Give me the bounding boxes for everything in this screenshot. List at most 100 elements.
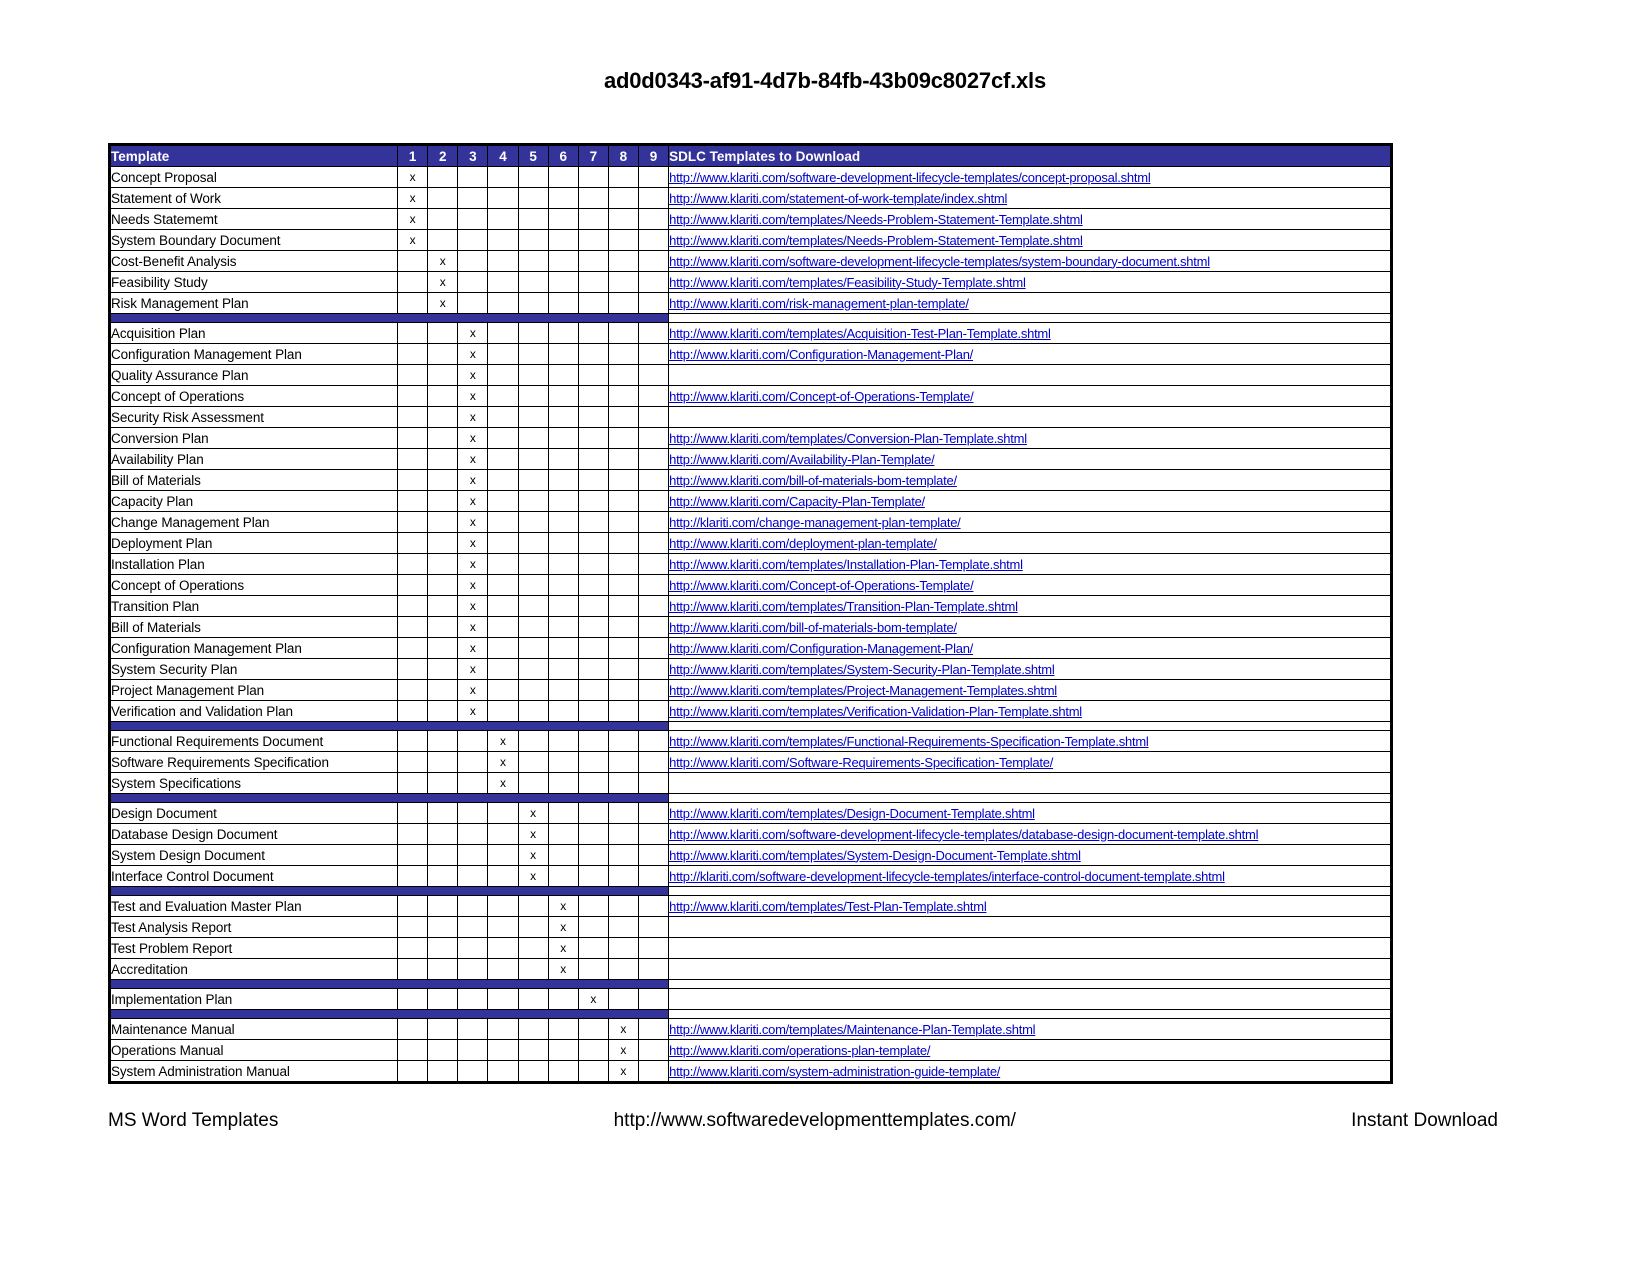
- phase-cell-6[interactable]: [547, 208, 579, 230]
- phase-cell-4[interactable]: [487, 937, 519, 959]
- template-download-link[interactable]: http://www.klariti.com/templates/System-…: [670, 848, 1081, 863]
- phase-cell-5[interactable]: [517, 553, 549, 575]
- phase-cell-5[interactable]: [517, 700, 549, 722]
- phase-cell-1[interactable]: [397, 700, 429, 722]
- phase-cell-8[interactable]: [607, 229, 639, 251]
- phase-cell-1[interactable]: [397, 385, 429, 407]
- template-download-link[interactable]: http://www.klariti.com/templates/Needs-P…: [670, 212, 1083, 227]
- phase-cell-1[interactable]: [397, 823, 429, 845]
- phase-cell-8[interactable]: [607, 958, 639, 980]
- phase-cell-8[interactable]: [607, 343, 639, 365]
- phase-cell-8[interactable]: [607, 730, 639, 752]
- phase-cell-1[interactable]: x: [397, 166, 429, 188]
- phase-cell-7[interactable]: [577, 448, 609, 470]
- phase-cell-6[interactable]: [547, 322, 579, 344]
- phase-cell-6[interactable]: [547, 406, 579, 428]
- phase-cell-6[interactable]: [547, 772, 579, 794]
- phase-cell-6[interactable]: [547, 427, 579, 449]
- phase-cell-8[interactable]: [607, 187, 639, 209]
- phase-cell-6[interactable]: [547, 292, 579, 314]
- phase-cell-1[interactable]: [397, 616, 429, 638]
- phase-cell-4[interactable]: x: [487, 751, 519, 773]
- phase-cell-4[interactable]: [487, 700, 519, 722]
- phase-cell-7[interactable]: [577, 802, 609, 824]
- phase-cell-8[interactable]: [607, 595, 639, 617]
- phase-cell-7[interactable]: [577, 937, 609, 959]
- phase-cell-6[interactable]: [547, 844, 579, 866]
- phase-cell-5[interactable]: [517, 772, 549, 794]
- phase-cell-5[interactable]: [517, 916, 549, 938]
- phase-cell-8[interactable]: [607, 865, 639, 887]
- template-download-link[interactable]: http://www.klariti.com/Concept-of-Operat…: [670, 389, 974, 404]
- phase-cell-6[interactable]: [547, 364, 579, 386]
- phase-cell-3[interactable]: [457, 823, 489, 845]
- phase-cell-6[interactable]: [547, 250, 579, 272]
- phase-cell-1[interactable]: [397, 679, 429, 701]
- phase-cell-7[interactable]: [577, 271, 609, 293]
- phase-cell-2[interactable]: [427, 937, 459, 959]
- phase-cell-9[interactable]: [637, 271, 670, 293]
- phase-cell-5[interactable]: [517, 511, 549, 533]
- phase-cell-6[interactable]: [547, 469, 579, 491]
- phase-cell-6[interactable]: [547, 385, 579, 407]
- phase-cell-3[interactable]: x: [457, 364, 489, 386]
- phase-cell-9[interactable]: [637, 166, 670, 188]
- phase-cell-9[interactable]: [637, 385, 670, 407]
- phase-cell-1[interactable]: [397, 988, 429, 1010]
- phase-cell-9[interactable]: [637, 700, 670, 722]
- phase-cell-2[interactable]: [427, 658, 459, 680]
- phase-cell-7[interactable]: [577, 637, 609, 659]
- template-download-link[interactable]: http://www.klariti.com/Availability-Plan…: [670, 452, 935, 467]
- phase-cell-6[interactable]: [547, 553, 579, 575]
- phase-cell-1[interactable]: [397, 322, 429, 344]
- phase-cell-3[interactable]: x: [457, 595, 489, 617]
- phase-cell-5[interactable]: [517, 229, 549, 251]
- phase-cell-7[interactable]: [577, 229, 609, 251]
- phase-cell-4[interactable]: [487, 271, 519, 293]
- phase-cell-8[interactable]: x: [607, 1060, 639, 1082]
- template-download-link[interactable]: http://klariti.com/change-management-pla…: [670, 515, 961, 530]
- phase-cell-7[interactable]: [577, 427, 609, 449]
- phase-cell-2[interactable]: [427, 865, 459, 887]
- phase-cell-8[interactable]: [607, 772, 639, 794]
- phase-cell-4[interactable]: [487, 823, 519, 845]
- phase-cell-3[interactable]: x: [457, 637, 489, 659]
- phase-cell-4[interactable]: [487, 322, 519, 344]
- phase-cell-6[interactable]: [547, 637, 579, 659]
- phase-cell-9[interactable]: [637, 823, 670, 845]
- phase-cell-7[interactable]: [577, 916, 609, 938]
- phase-cell-4[interactable]: [487, 844, 519, 866]
- phase-cell-8[interactable]: x: [607, 1039, 639, 1061]
- phase-cell-3[interactable]: [457, 229, 489, 251]
- phase-cell-8[interactable]: [607, 574, 639, 596]
- phase-cell-3[interactable]: x: [457, 427, 489, 449]
- phase-cell-1[interactable]: [397, 250, 429, 272]
- phase-cell-2[interactable]: [427, 751, 459, 773]
- phase-cell-8[interactable]: [607, 250, 639, 272]
- template-download-link[interactable]: http://www.klariti.com/templates/Design-…: [670, 806, 1035, 821]
- phase-cell-9[interactable]: [637, 364, 670, 386]
- phase-cell-6[interactable]: [547, 271, 579, 293]
- phase-cell-7[interactable]: [577, 292, 609, 314]
- phase-cell-1[interactable]: [397, 292, 429, 314]
- template-download-link[interactable]: http://www.klariti.com/Configuration-Man…: [670, 347, 974, 362]
- phase-cell-3[interactable]: x: [457, 511, 489, 533]
- phase-cell-5[interactable]: [517, 574, 549, 596]
- phase-cell-9[interactable]: [637, 1018, 670, 1040]
- phase-cell-1[interactable]: [397, 574, 429, 596]
- phase-cell-2[interactable]: [427, 490, 459, 512]
- phase-cell-9[interactable]: [637, 616, 670, 638]
- phase-cell-6[interactable]: x: [547, 895, 579, 917]
- phase-cell-4[interactable]: [487, 208, 519, 230]
- phase-cell-6[interactable]: [547, 730, 579, 752]
- phase-cell-4[interactable]: [487, 595, 519, 617]
- phase-cell-3[interactable]: x: [457, 406, 489, 428]
- phase-cell-6[interactable]: [547, 490, 579, 512]
- phase-cell-4[interactable]: [487, 490, 519, 512]
- phase-cell-2[interactable]: [427, 679, 459, 701]
- phase-cell-7[interactable]: [577, 865, 609, 887]
- phase-cell-6[interactable]: x: [547, 958, 579, 980]
- phase-cell-4[interactable]: [487, 343, 519, 365]
- phase-cell-3[interactable]: [457, 166, 489, 188]
- phase-cell-9[interactable]: [637, 208, 670, 230]
